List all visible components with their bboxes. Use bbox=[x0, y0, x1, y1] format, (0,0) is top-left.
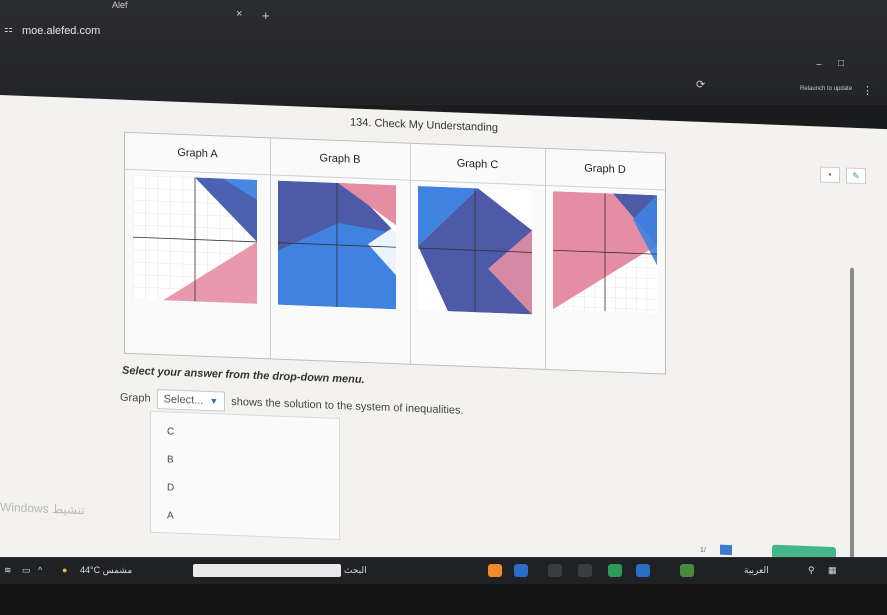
graph-d-image bbox=[553, 191, 657, 314]
option-d[interactable]: D bbox=[167, 482, 174, 493]
scrollbar[interactable] bbox=[850, 267, 854, 558]
pen-icon[interactable]: ✎ bbox=[846, 167, 866, 185]
graph-c-cell bbox=[410, 179, 546, 369]
chevron-down-icon: ▼ bbox=[209, 396, 219, 407]
question-title: 134. Check My Understanding bbox=[350, 116, 498, 135]
graph-a-cell bbox=[125, 168, 271, 359]
graph-d-header: Graph D bbox=[545, 148, 665, 191]
maximize-icon[interactable]: □ bbox=[838, 58, 844, 69]
site-info-icon[interactable]: ⚏ bbox=[4, 24, 13, 35]
monitor-bezel bbox=[0, 584, 887, 615]
app-icon-7[interactable] bbox=[680, 564, 694, 577]
notification-icon[interactable]: ▦ bbox=[828, 565, 837, 576]
relaunch-update-button[interactable]: Relaunch to update bbox=[800, 86, 852, 92]
search-icon[interactable]: ⚲ bbox=[808, 565, 815, 576]
option-b[interactable]: B bbox=[167, 454, 174, 465]
app-icon-1[interactable] bbox=[488, 564, 502, 577]
close-tab-icon[interactable]: × bbox=[236, 8, 242, 20]
menu-dots-icon[interactable]: ⋮ bbox=[862, 84, 873, 97]
page-content: 134. Check My Understanding ▪ ✎ Graph A … bbox=[0, 95, 887, 600]
chevron-up-icon[interactable]: ^ bbox=[38, 565, 42, 575]
weather-text[interactable]: 44°C مشمس bbox=[80, 565, 132, 576]
app-icon-2[interactable] bbox=[514, 564, 528, 577]
option-c[interactable]: C bbox=[167, 426, 174, 437]
tab-title[interactable]: Alef bbox=[112, 0, 128, 10]
graph-a-image bbox=[133, 175, 257, 304]
minimize-icon[interactable]: − bbox=[816, 60, 822, 71]
page-indicator[interactable] bbox=[720, 544, 732, 556]
graph-table: Graph A Graph B Graph C Graph D bbox=[124, 131, 666, 375]
sentence-prefix: Graph bbox=[120, 391, 151, 405]
wifi-icon[interactable]: ≋ bbox=[4, 565, 12, 576]
app-icon-3[interactable] bbox=[548, 564, 562, 577]
app-icon-6[interactable] bbox=[636, 564, 650, 577]
app-icon-5[interactable] bbox=[608, 564, 622, 577]
windows-activation-watermark: Windows تنشيط bbox=[0, 500, 85, 518]
dropdown-menu: C B D A bbox=[150, 410, 340, 541]
graph-c-image bbox=[418, 186, 532, 315]
language-indicator[interactable]: العربية bbox=[744, 565, 769, 576]
taskbar-search-box[interactable] bbox=[193, 564, 341, 577]
battery-icon[interactable]: ▭ bbox=[22, 565, 31, 576]
sentence-suffix: shows the solution to the system of ineq… bbox=[231, 395, 464, 417]
sun-icon: ● bbox=[62, 565, 68, 575]
select-placeholder: Select... bbox=[163, 393, 204, 407]
option-a[interactable]: A bbox=[167, 510, 174, 521]
browser-chrome: Alef × + ⚏ moe.alefed.com ⟳ − □ Relaunch… bbox=[0, 0, 887, 105]
reload-icon[interactable]: ⟳ bbox=[696, 78, 705, 91]
taskbar: ≋ ▭ ^ ● 44°C مشمس البحث العربية ⚲ ▦ bbox=[0, 557, 887, 584]
app-icon-4[interactable] bbox=[578, 564, 592, 577]
instruction-text: Select your answer from the drop-down me… bbox=[122, 364, 365, 387]
flag-icon[interactable]: ▪ bbox=[820, 166, 840, 184]
new-tab-icon[interactable]: + bbox=[262, 8, 270, 23]
graph-d-cell bbox=[545, 185, 665, 374]
graph-b-cell bbox=[270, 174, 411, 364]
answer-select[interactable]: Select... ▼ bbox=[156, 389, 226, 412]
search-hint[interactable]: البحث bbox=[344, 565, 367, 576]
address-bar[interactable]: moe.alefed.com bbox=[22, 25, 100, 37]
page-count: 1/ bbox=[700, 546, 706, 555]
graph-b-image bbox=[278, 180, 396, 310]
